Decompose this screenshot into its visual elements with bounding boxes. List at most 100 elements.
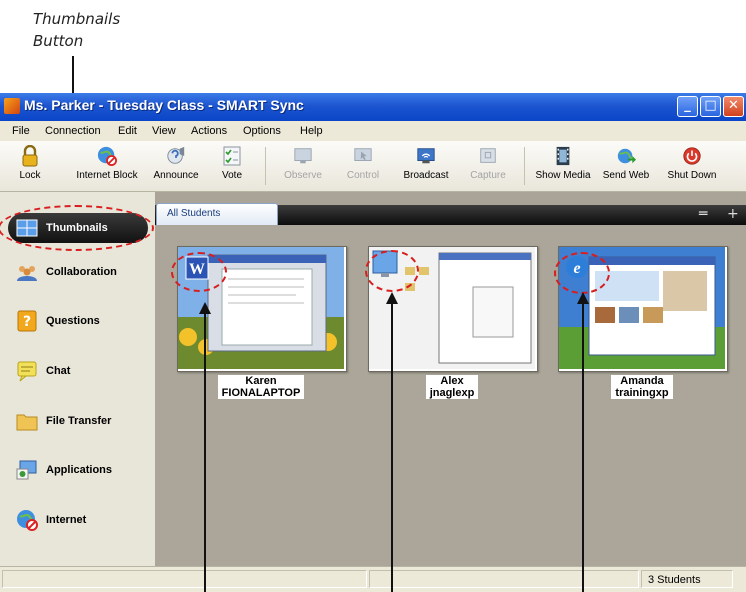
send-web-label: Send Web <box>602 170 650 181</box>
smart-sync-window: Ms. Parker - Tuesday Class - SMART Sync … <box>0 93 746 592</box>
status-segment <box>2 570 367 588</box>
sidebar-label-applications: Applications <box>46 464 113 476</box>
annotation-line-karen-upper <box>204 312 206 378</box>
app-icon <box>4 98 20 114</box>
announce-label: Announce <box>153 170 199 181</box>
observe-button[interactable]: Observe <box>278 143 328 189</box>
student-name-karen: Karen <box>245 375 277 387</box>
control-label: Control <box>346 170 380 181</box>
internet-block-label: Internet Block <box>76 170 138 181</box>
menu-edit[interactable]: Edit <box>118 125 137 137</box>
title-bar[interactable]: Ms. Parker - Tuesday Class - SMART Sync … <box>0 93 746 121</box>
annotation-line-alex <box>391 302 393 592</box>
callout-line-1: Thumbnails <box>33 10 121 28</box>
sidebar-label-internet: Internet <box>46 514 87 526</box>
annotation-arrowhead-amanda <box>577 292 589 304</box>
shut-down-label: Shut Down <box>667 170 717 181</box>
ie-icon-highlight-ellipse <box>554 252 610 294</box>
sidebar-label-file-transfer: File Transfer <box>46 415 112 427</box>
chat-icon <box>17 361 37 382</box>
sidebar-item-chat[interactable]: Chat <box>8 356 148 386</box>
file-transfer-icon <box>16 414 38 431</box>
close-button[interactable]: ✕ <box>723 96 744 117</box>
show-media-icon <box>556 146 570 166</box>
menu-actions[interactable]: Actions <box>191 125 227 137</box>
announce-icon <box>167 146 185 164</box>
status-segment <box>369 570 639 588</box>
sidebar: Thumbnails Collaboration ? Questions Cha… <box>0 192 155 566</box>
send-web-icon <box>617 148 636 164</box>
student-label-karen: Karen FIONALAPTOP <box>177 375 345 399</box>
sidebar-item-file-transfer[interactable]: File Transfer <box>8 406 148 436</box>
menu-connection[interactable]: Connection <box>45 125 101 137</box>
maximize-button[interactable]: □ <box>700 96 721 117</box>
menu-view[interactable]: View <box>152 125 176 137</box>
lock-icon <box>22 145 38 167</box>
sidebar-item-internet[interactable]: Internet <box>8 505 148 535</box>
lock-label: Lock <box>19 170 41 181</box>
student-computer-alex: jnaglexp <box>429 387 475 399</box>
questions-icon: ? <box>17 310 37 332</box>
thumbnails-highlight-ellipse <box>0 205 154 251</box>
sidebar-label-questions: Questions <box>46 315 100 327</box>
control-button[interactable]: Control <box>340 143 386 189</box>
student-name-amanda: Amanda <box>620 375 664 387</box>
main-panel: All Students ═ + W Karen FIONALAPTOP Ale… <box>155 192 746 566</box>
student-computer-amanda: trainingxp <box>615 387 669 399</box>
lock-button[interactable]: Lock <box>10 143 50 189</box>
add-tab-button[interactable]: + <box>727 206 739 222</box>
applications-icon <box>16 460 37 480</box>
menu-bar: File Connection Edit View Actions Option… <box>0 121 746 142</box>
student-count: 3 Students <box>648 574 701 586</box>
minimize-button[interactable]: _ <box>677 96 698 117</box>
computer-icon-highlight-ellipse <box>365 250 419 292</box>
tab-all-students-label: All Students <box>167 208 221 219</box>
capture-icon <box>480 148 496 163</box>
send-web-button[interactable]: Send Web <box>600 143 652 189</box>
thumbnails-callout: Thumbnails Button <box>33 8 120 52</box>
observe-icon <box>294 148 312 164</box>
internet-block-icon <box>97 146 117 166</box>
show-media-label: Show Media <box>535 170 591 181</box>
thumbnails-area: W Karen FIONALAPTOP Alex jnaglexp e Aman… <box>155 225 746 566</box>
announce-button[interactable]: Announce <box>150 143 202 189</box>
internet-block-button[interactable]: Internet Block <box>62 143 152 189</box>
window-title: Ms. Parker - Tuesday Class - SMART Sync <box>24 97 304 113</box>
toolbar-separator <box>265 147 266 185</box>
collapse-tab-button[interactable]: ═ <box>699 206 707 222</box>
vote-label: Vote <box>221 170 243 181</box>
capture-button[interactable]: Capture <box>464 143 512 189</box>
show-media-button[interactable]: Show Media <box>532 143 594 189</box>
sidebar-item-questions[interactable]: ? Questions <box>8 306 148 336</box>
menu-help[interactable]: Help <box>300 125 323 137</box>
capture-label: Capture <box>470 170 506 181</box>
observe-label: Observe <box>284 170 322 181</box>
sidebar-label-collaboration: Collaboration <box>46 266 117 278</box>
annotation-arrowhead-alex <box>386 292 398 304</box>
shut-down-icon <box>683 147 701 165</box>
menu-options[interactable]: Options <box>243 125 281 137</box>
word-icon-highlight-ellipse <box>171 252 227 292</box>
callout-line-2: Button <box>33 32 84 50</box>
vote-icon <box>223 146 241 166</box>
toolbar: Lock Internet Block Announce Vote Observ… <box>0 141 746 192</box>
annotation-line-karen <box>204 377 206 592</box>
student-name-alex: Alex <box>440 375 464 387</box>
broadcast-button[interactable]: Broadcast <box>400 143 452 189</box>
annotation-line-amanda <box>582 302 584 592</box>
shut-down-button[interactable]: Shut Down <box>664 143 720 189</box>
sidebar-label-chat: Chat <box>46 365 71 377</box>
student-label-alex: Alex jnaglexp <box>368 375 536 399</box>
sidebar-item-collaboration[interactable]: Collaboration <box>8 257 148 287</box>
sidebar-item-applications[interactable]: Applications <box>8 455 148 485</box>
broadcast-label: Broadcast <box>403 170 449 181</box>
student-computer-karen: FIONALAPTOP <box>221 387 301 399</box>
broadcast-icon <box>417 148 435 164</box>
svg-text:?: ? <box>23 314 31 330</box>
status-bar: 3 Students <box>0 566 746 592</box>
internet-icon <box>17 510 38 531</box>
vote-button[interactable]: Vote <box>212 143 252 189</box>
menu-file[interactable]: File <box>12 125 30 137</box>
control-icon <box>354 148 372 161</box>
tab-all-students[interactable]: All Students <box>156 203 278 226</box>
